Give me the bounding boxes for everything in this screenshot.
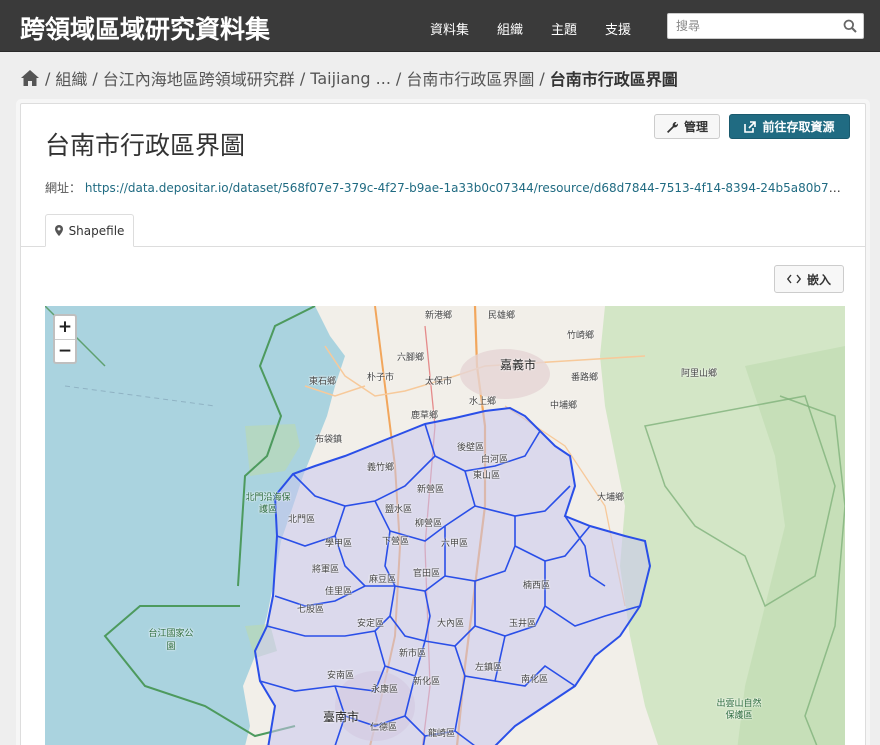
search-input[interactable]: [668, 14, 838, 38]
embed-button[interactable]: 嵌入: [774, 265, 844, 293]
embed-label: 嵌入: [806, 272, 831, 287]
manage-label: 管理: [683, 120, 708, 134]
go-to-resource-label: 前往存取資源: [762, 120, 835, 134]
breadcrumb-organization[interactable]: 台江內海地區跨領域研究群: [103, 66, 295, 90]
zoom-control: + −: [53, 314, 77, 364]
resource-url-row: 網址： https://data.depositar.io/dataset/56…: [45, 179, 845, 196]
page-title: 台南市行政區界圖: [45, 131, 246, 160]
breadcrumb-dataset[interactable]: Taijiang ...: [310, 69, 391, 88]
home-icon[interactable]: [20, 69, 40, 87]
resource-url-link[interactable]: https://data.depositar.io/dataset/568f07…: [85, 181, 845, 195]
breadcrumb-active: 台南市行政區界圖: [549, 70, 678, 89]
breadcrumb-organizations[interactable]: 組織: [55, 66, 87, 90]
breadcrumb-separator: /: [539, 68, 545, 88]
breadcrumb-resource[interactable]: 台南市行政區界圖: [406, 66, 534, 90]
search-box: [667, 13, 864, 39]
url-label: 網址：: [45, 181, 82, 195]
external-link-icon: [744, 120, 757, 133]
nav-datasets[interactable]: 資料集: [430, 19, 469, 38]
zoom-out-button[interactable]: −: [55, 339, 75, 362]
breadcrumb-separator: /: [92, 68, 98, 88]
breadcrumb-separator: /: [45, 68, 51, 88]
map-canvas[interactable]: [45, 306, 845, 745]
map-marker-icon: [54, 225, 63, 236]
code-icon: [786, 274, 801, 284]
nav-groups[interactable]: 主題: [551, 19, 577, 38]
breadcrumb-separator: /: [395, 68, 402, 88]
search-icon[interactable]: [843, 19, 857, 33]
tab-shapefile[interactable]: Shapefile: [45, 214, 134, 247]
main-nav: 資料集 組織 主題 支援: [430, 19, 659, 38]
nav-support[interactable]: 支援: [605, 19, 631, 38]
go-to-resource-button[interactable]: 前往存取資源: [729, 114, 850, 139]
breadcrumb: / 組織 / 台江內海地區跨領域研究群 / Taijiang ... / 台南市…: [20, 66, 678, 90]
zoom-in-button[interactable]: +: [55, 316, 75, 339]
map-view[interactable]: + − 新港鄉 民雄鄉 竹崎鄉 六腳鄉 嘉義市 東石鄉 朴子市 太保市 番路鄉 …: [45, 306, 845, 745]
nav-organizations[interactable]: 組織: [497, 19, 523, 38]
breadcrumb-separator: /: [299, 68, 306, 88]
view-tabs-rule: [21, 246, 865, 247]
top-navbar: 跨領域區域研究資料集 資料集 組織 主題 支援: [0, 0, 880, 52]
tab-shapefile-label: Shapefile: [68, 223, 125, 238]
wrench-icon: [666, 121, 678, 133]
site-title[interactable]: 跨領域區域研究資料集: [20, 10, 270, 46]
resource-card: 台南市行政區界圖 管理 前往存取資源 網址： https://data.depo…: [20, 103, 866, 745]
manage-button[interactable]: 管理: [654, 114, 720, 139]
